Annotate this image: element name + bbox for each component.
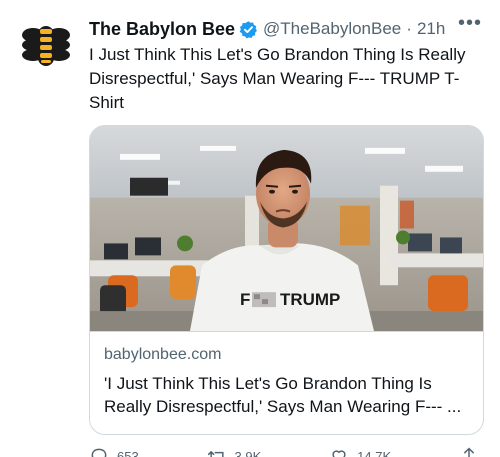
display-name[interactable]: The Babylon Bee: [89, 19, 235, 40]
share-button[interactable]: [459, 446, 479, 457]
tweet[interactable]: The Babylon Bee @TheBabylonBee · 21h •••…: [0, 0, 500, 457]
card-title: 'I Just Think This Let's Go Brandon Thin…: [104, 374, 462, 416]
reply-count: 653: [117, 448, 139, 457]
action-bar: 653 3.9K 14.7K: [89, 446, 479, 457]
share-icon: [462, 447, 476, 457]
bee-logo-icon: [22, 26, 70, 66]
retweet-count: 3.9K: [234, 448, 262, 457]
retweet-icon: [207, 451, 226, 457]
verified-badge-icon: [239, 20, 258, 38]
timestamp[interactable]: 21h: [417, 19, 445, 39]
avatar[interactable]: [18, 18, 74, 74]
handle[interactable]: @TheBabylonBee: [263, 19, 401, 39]
card-image[interactable]: F TRUMP: [90, 126, 484, 332]
separator-dot: ·: [406, 19, 412, 38]
shirt-text-prefix: F: [240, 290, 250, 309]
card-domain: babylonbee.com: [104, 346, 222, 363]
heart-icon: [332, 450, 346, 457]
reply-button[interactable]: 653: [89, 446, 139, 457]
shirt-text-trump: TRUMP: [280, 290, 340, 309]
retweet-button[interactable]: 3.9K: [207, 446, 262, 457]
tweet-header: The Babylon Bee @TheBabylonBee · 21h •••: [89, 12, 488, 42]
link-card[interactable]: F TRUMP babylonbee.com 'I Just Think Thi…: [89, 125, 484, 435]
like-count: 14.7K: [357, 448, 392, 457]
tweet-text: I Just Think This Let's Go Brandon Thing…: [89, 45, 466, 112]
reply-icon: [91, 448, 107, 457]
more-options-icon[interactable]: •••: [458, 12, 482, 35]
like-button[interactable]: 14.7K: [329, 446, 391, 457]
